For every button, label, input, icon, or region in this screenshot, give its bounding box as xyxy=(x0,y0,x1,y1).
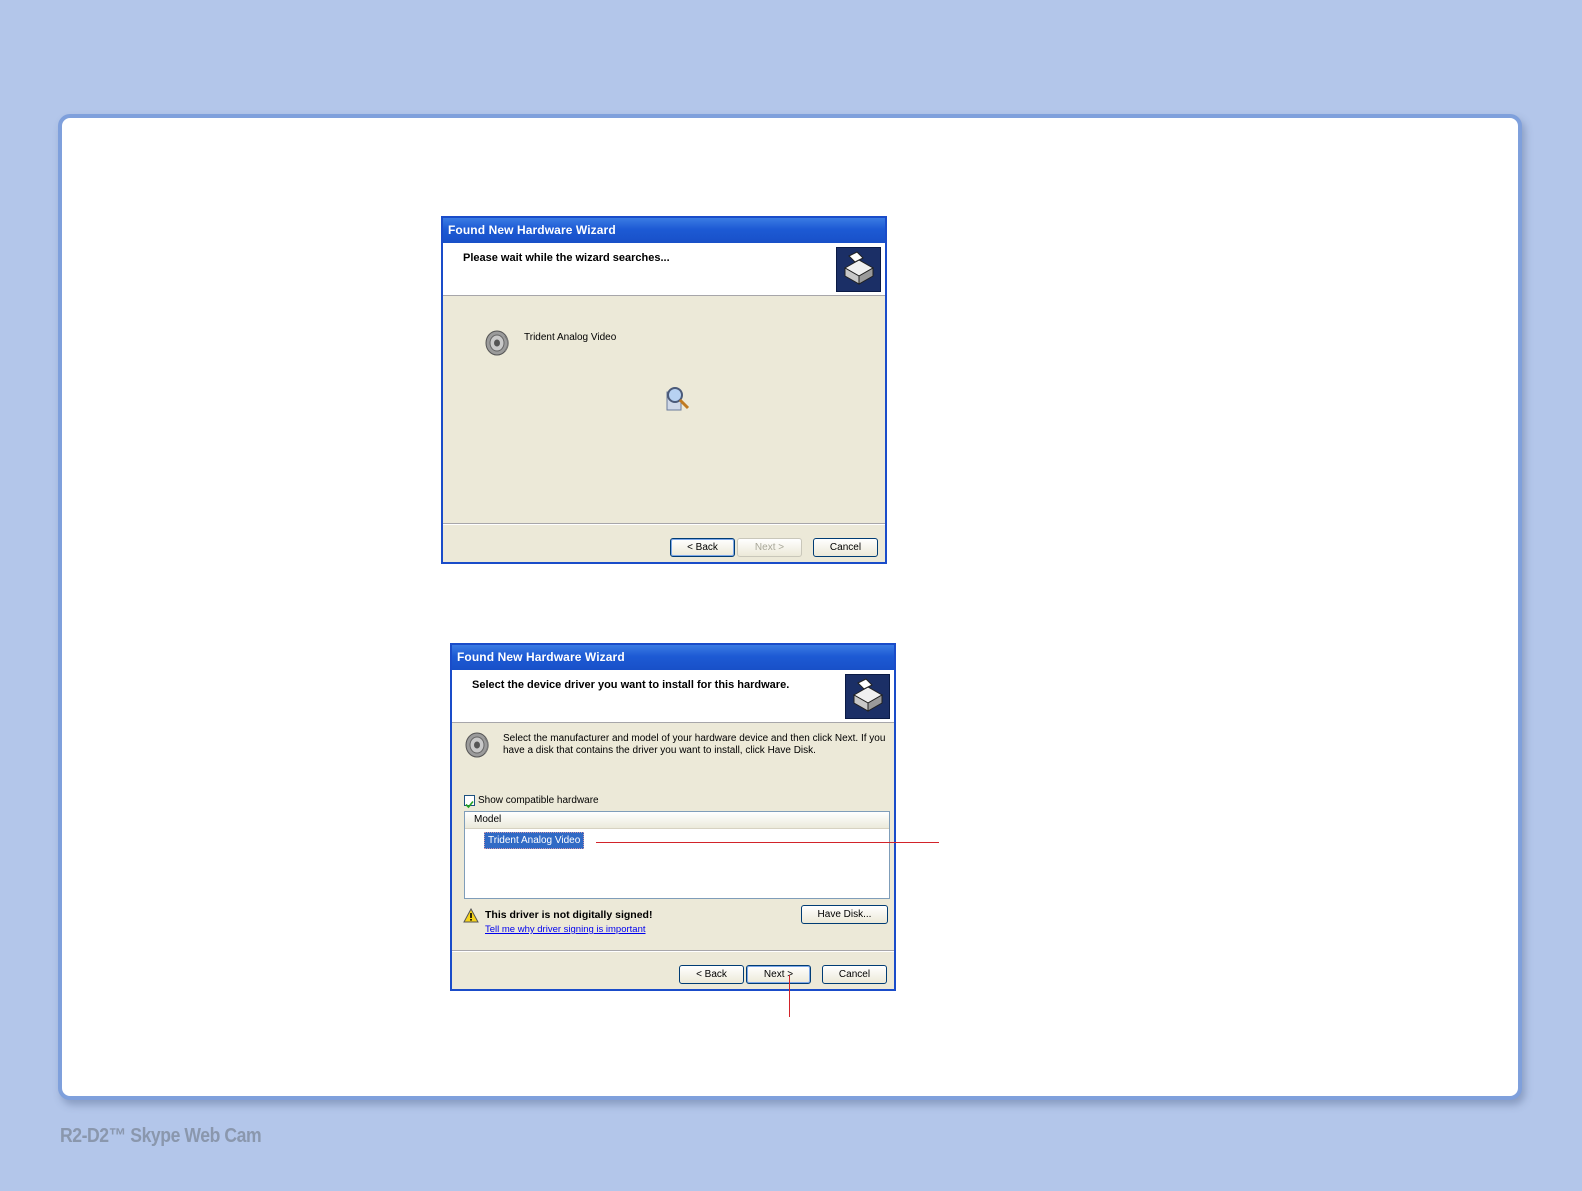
footer-product-title: R2-D2™ Skype Web Cam xyxy=(60,1125,262,1147)
dialog-header: Please wait while the wizard searches... xyxy=(443,243,885,296)
footer-separator xyxy=(452,950,894,952)
have-disk-button[interactable]: Have Disk... xyxy=(801,905,888,924)
next-button[interactable]: Next > xyxy=(737,538,802,557)
header-text: Please wait while the wizard searches... xyxy=(463,252,670,264)
speaker-device-icon xyxy=(483,328,513,363)
hardware-wizard-icon xyxy=(836,247,881,292)
footer-separator xyxy=(443,523,885,525)
wizard-select-driver-dialog: Found New Hardware Wizard Select the dev… xyxy=(450,643,896,991)
warning-title: This driver is not digitally signed! xyxy=(485,909,653,921)
list-item[interactable]: Trident Analog Video xyxy=(484,832,585,849)
cancel-button[interactable]: Cancel xyxy=(822,965,887,984)
dialog-title[interactable]: Found New Hardware Wizard xyxy=(452,645,894,670)
dialog-title[interactable]: Found New Hardware Wizard xyxy=(443,218,885,243)
model-listbox[interactable]: Model Trident Analog Video xyxy=(464,811,890,899)
show-compatible-label[interactable]: Show compatible hardware xyxy=(478,795,599,806)
show-compatible-checkbox[interactable] xyxy=(464,795,475,809)
callout-line-next xyxy=(789,975,790,1017)
device-name: Trident Analog Video xyxy=(524,332,617,343)
speaker-device-icon xyxy=(463,730,493,765)
search-magnifier-icon xyxy=(663,384,693,419)
next-button[interactable]: Next > xyxy=(746,965,811,984)
instructions-line-2: have a disk that contains the driver you… xyxy=(503,745,816,756)
checkmark-icon xyxy=(465,800,474,809)
driver-signing-link[interactable]: Tell me why driver signing is important xyxy=(485,924,646,935)
warning-icon xyxy=(463,907,479,928)
hardware-wizard-icon xyxy=(845,674,890,719)
wizard-searching-dialog: Found New Hardware Wizard Please wait wh… xyxy=(441,216,887,564)
header-text: Select the device driver you want to ins… xyxy=(472,679,790,691)
dialog-header: Select the device driver you want to ins… xyxy=(452,670,894,723)
back-button[interactable]: < Back xyxy=(670,538,735,557)
model-column-header[interactable]: Model xyxy=(465,812,889,829)
cancel-button[interactable]: Cancel xyxy=(813,538,878,557)
instructions-line-1: Select the manufacturer and model of you… xyxy=(503,733,886,744)
back-button[interactable]: < Back xyxy=(679,965,744,984)
callout-line-model xyxy=(596,842,939,843)
